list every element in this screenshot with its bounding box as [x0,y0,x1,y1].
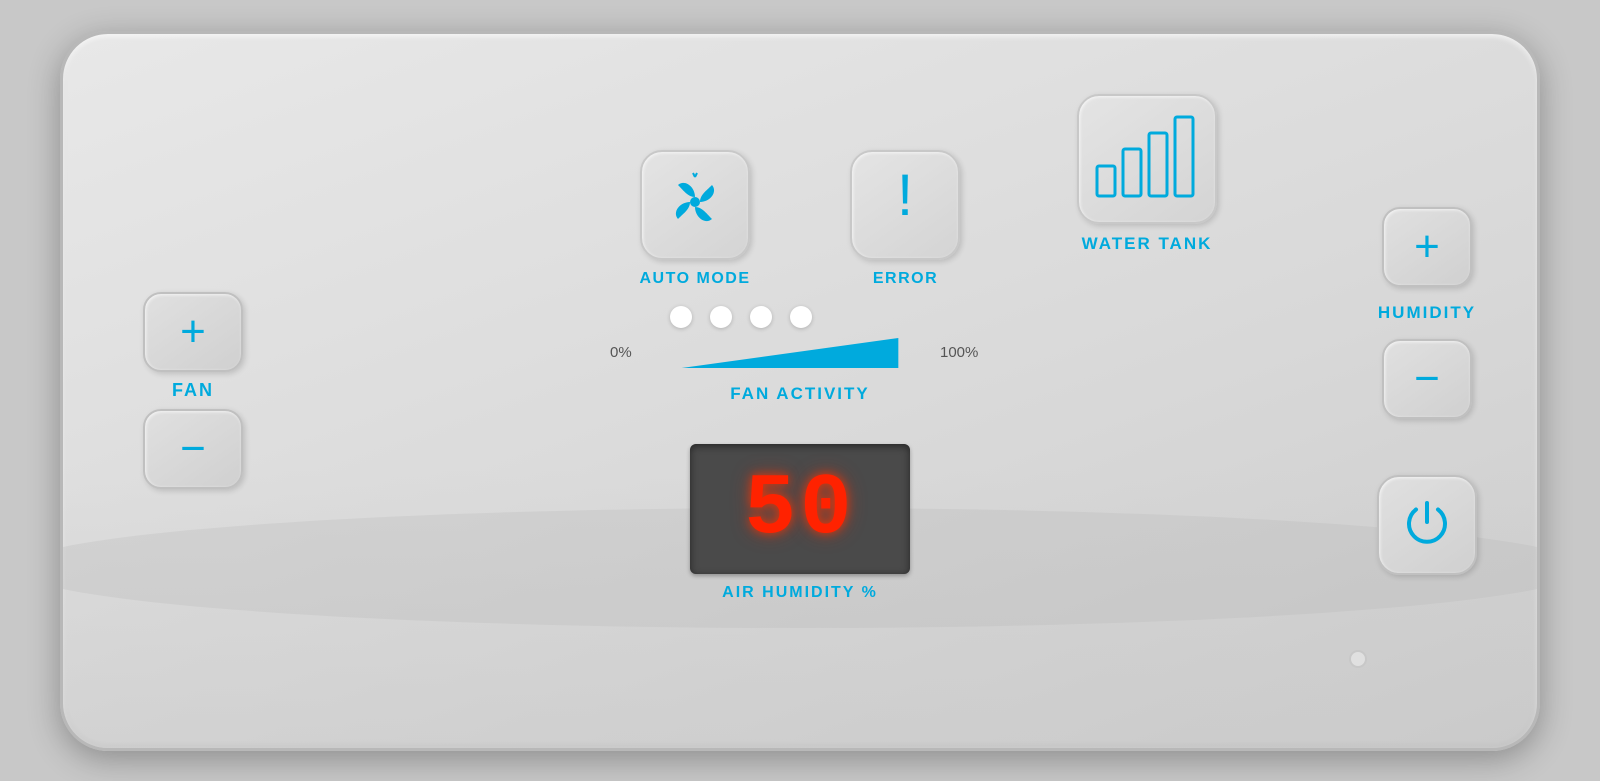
fan-group: + FAN − [143,292,243,489]
fan-minus-icon: − [180,427,206,471]
svg-text:!: ! [897,167,913,228]
power-icon [1400,495,1454,554]
fan-minus-button[interactable]: − [143,409,243,489]
error-label: ERROR [873,270,938,288]
error-icon: ! [880,167,930,242]
humidity-minus-button[interactable]: − [1382,339,1472,419]
auto-mode-icon [660,167,730,242]
humidity-plus-icon: + [1414,225,1440,269]
display-value: 50 [744,460,855,558]
auto-mode-label: AUTO MODE [640,270,751,288]
auto-mode-icon-box[interactable] [640,150,750,260]
fan-dots-row [670,306,812,328]
fan-bar-container: 0% 100% [610,338,990,368]
top-icons: AUTO MODE ! ERROR [640,150,961,288]
fan-dot-3 [750,306,772,328]
fan-bar-max-label: 100% [940,344,990,361]
fan-dot-2 [710,306,732,328]
error-icon-box[interactable]: ! [850,150,960,260]
right-controls: + HUMIDITY − [1377,34,1477,748]
fan-label: FAN [172,380,214,401]
fan-controls: + FAN − [143,34,243,748]
power-button[interactable] [1377,475,1477,575]
water-tank-label: WATER TANK [1082,234,1213,254]
water-tank-section: WATER TANK [1077,94,1217,254]
display-section: 50 AIR HUMIDITY % [690,444,910,602]
water-tank-icon-box[interactable] [1077,94,1217,224]
fan-activity-section: 0% 100% FAN ACTIVITY [610,338,990,404]
humidity-minus-icon: − [1414,357,1440,401]
fan-plus-button[interactable]: + [143,292,243,372]
fan-dots-bar: 0% 100% [610,338,990,368]
display-label: AIR HUMIDITY % [722,584,878,602]
fan-plus-icon: + [180,310,206,354]
control-panel: + FAN − [60,31,1540,751]
water-tank-icon [1092,111,1202,206]
auto-mode-block: AUTO MODE [640,150,751,288]
fan-dot-4 [790,306,812,328]
error-block: ! ERROR [850,150,960,288]
status-dot [1349,650,1367,668]
humidity-label: HUMIDITY [1378,303,1476,323]
fan-triangle-bar [648,338,932,368]
fan-activity-label: FAN ACTIVITY [730,384,870,404]
fan-dot-1 [670,306,692,328]
display-screen: 50 [690,444,910,574]
humidity-plus-button[interactable]: + [1382,207,1472,287]
fan-bar-min-label: 0% [610,344,640,361]
